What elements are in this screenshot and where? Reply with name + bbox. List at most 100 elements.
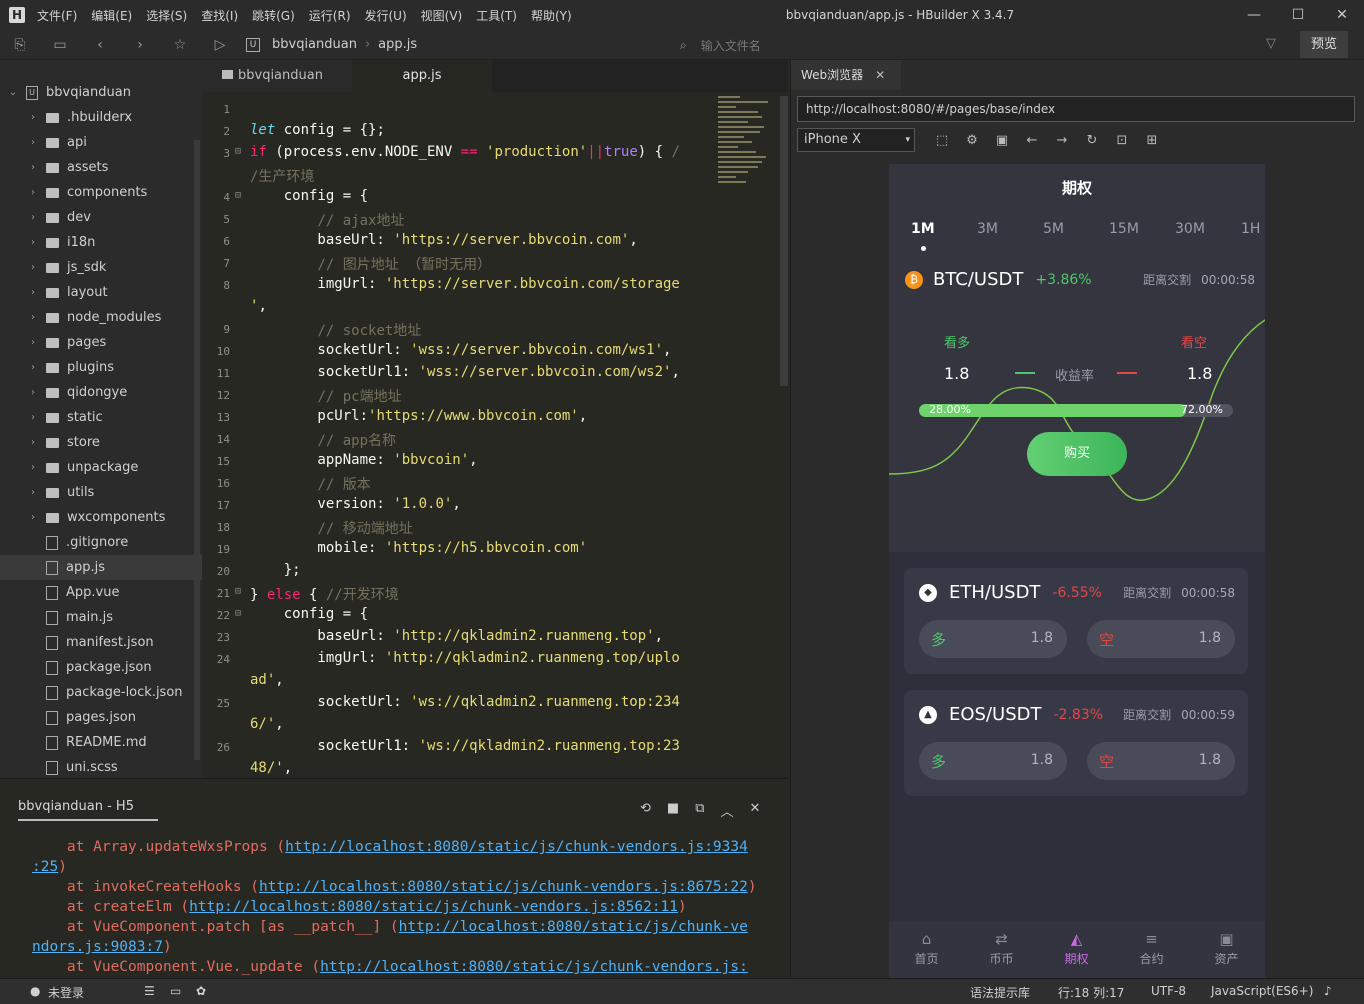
menu-item[interactable]: 跳转(G) (252, 7, 295, 24)
filter-icon[interactable]: ▽ (1266, 36, 1276, 51)
console-link[interactable]: http://localhost:8080/static/js/chunk-ve… (189, 899, 678, 915)
console-link[interactable]: http://localhost:8080/static/js/chunk-ve (399, 919, 748, 935)
tree-folder[interactable]: › assets (0, 155, 202, 180)
forward-icon[interactable]: › (120, 37, 160, 53)
open-external-icon[interactable]: ⧉ (695, 801, 704, 820)
code-line[interactable]: ', (250, 298, 267, 314)
tabbar-item[interactable]: ≡ 合约 (1114, 922, 1189, 978)
restart-icon[interactable]: ⟲ (640, 801, 651, 820)
encoding[interactable]: UTF-8 (1151, 984, 1186, 998)
lock-icon[interactable]: ⊡ (1107, 133, 1137, 148)
code-line[interactable]: let config = {}; (250, 122, 385, 138)
cursor-position[interactable]: 行:18 列:17 (1058, 984, 1124, 1001)
breadcrumb-project[interactable]: bbvqianduan (272, 37, 357, 52)
tree-file[interactable]: main.js (0, 605, 202, 630)
maximize-icon[interactable]: ☐ (1276, 0, 1320, 30)
tree-folder[interactable]: › unpackage (0, 455, 202, 480)
tree-folder[interactable]: › layout (0, 280, 202, 305)
new-file-icon[interactable]: ⎘ (0, 37, 40, 53)
fold-marker-icon[interactable]: ⊟ (235, 190, 241, 201)
code-line[interactable]: config = { (250, 188, 368, 204)
notification-bell-icon[interactable]: ♪ (1324, 984, 1332, 998)
long-option-button[interactable]: 多 1.8 (919, 620, 1067, 658)
syntax-library[interactable]: 语法提示库 (970, 984, 1030, 1001)
tree-folder[interactable]: › plugins (0, 355, 202, 380)
period-tab[interactable]: 1M (911, 221, 977, 237)
code-line[interactable]: baseUrl: 'https://server.bbvcoin.com', (250, 232, 637, 248)
code-line[interactable]: socketUrl: 'wss://server.bbvcoin.com/ws1… (250, 342, 671, 358)
tabbar-item[interactable]: ◭ 期权 (1039, 922, 1114, 978)
fold-marker-icon[interactable]: ⊟ (235, 146, 241, 157)
code-line[interactable]: pcUrl:'https://www.bbvcoin.com', (250, 408, 587, 424)
code-line[interactable]: // 移动端地址 (250, 518, 412, 538)
menu-item[interactable]: 运行(R) (309, 7, 351, 24)
tabbar-item[interactable]: ▣ 资产 (1189, 922, 1264, 978)
device-select[interactable]: iPhone X ▾ (797, 128, 915, 152)
tree-folder[interactable]: › components (0, 180, 202, 205)
tree-file[interactable]: .gitignore (0, 530, 202, 555)
code-line[interactable]: /生产环境 (250, 166, 314, 186)
period-tab[interactable]: 1H (1241, 221, 1265, 237)
code-line[interactable]: } else { //开发环境 (250, 584, 399, 604)
code-line[interactable]: imgUrl: 'http://qkladmin2.ruanmeng.top/u… (250, 650, 679, 666)
plugin-icon[interactable]: ✿ (196, 984, 206, 998)
menu-item[interactable]: 帮助(Y) (531, 7, 572, 24)
menu-item[interactable]: 编辑(E) (91, 7, 132, 24)
long-option-button[interactable]: 多 1.8 (919, 742, 1067, 780)
code-line[interactable]: 6/', (250, 716, 284, 732)
console-link[interactable]: ndors.js:9083:7 (32, 939, 163, 955)
sidebar-scrollbar[interactable] (194, 140, 200, 760)
period-tab[interactable]: 15M (1109, 221, 1175, 237)
back-icon[interactable]: ← (1017, 133, 1047, 148)
tree-folder[interactable]: › .hbuilderx (0, 105, 202, 130)
code-line[interactable]: appName: 'bbvcoin', (250, 452, 477, 468)
tree-folder[interactable]: › dev (0, 205, 202, 230)
tree-file[interactable]: app.js (0, 555, 202, 580)
console-link[interactable]: http://localhost:8080/static/js/chunk-ve… (285, 839, 748, 855)
tree-folder[interactable]: › wxcomponents (0, 505, 202, 530)
bookmark-icon[interactable]: ☆ (160, 37, 200, 53)
code-line[interactable]: socketUrl1: 'wss://server.bbvcoin.com/ws… (250, 364, 679, 380)
clear-console-icon[interactable]: ✕ (750, 801, 761, 820)
code-line[interactable]: // app名称 (250, 430, 396, 450)
code-line[interactable]: // 图片地址 （暂时无用） (250, 254, 491, 274)
code-line[interactable]: // pc端地址 (250, 386, 401, 406)
tree-folder[interactable]: › pages (0, 330, 202, 355)
settings-icon[interactable]: ⚙ (957, 133, 987, 148)
period-tab[interactable]: 30M (1175, 221, 1241, 237)
tree-folder[interactable]: › qidongye (0, 380, 202, 405)
code-line[interactable]: socketUrl1: 'ws://qkladmin2.ruanmeng.top… (250, 738, 679, 754)
minimize-icon[interactable]: — (1232, 0, 1276, 30)
code-line[interactable]: if (process.env.NODE_ENV == 'production'… (250, 144, 680, 160)
close-tab-icon[interactable]: ✕ (875, 68, 885, 82)
browser-tab[interactable]: Web浏览器 ✕ (791, 60, 901, 90)
code-line[interactable]: 48/', (250, 760, 292, 776)
tree-file[interactable]: App.vue (0, 580, 202, 605)
tabbar-item[interactable]: ⌂ 首页 (889, 922, 964, 978)
code-line[interactable]: }; (250, 562, 301, 578)
pair-card[interactable]: ▲ EOS/USDT -2.83% 距离交割 00:00:59 多 1.8 空 1.8 (904, 690, 1248, 796)
code-line[interactable]: imgUrl: 'https://server.bbvcoin.com/stor… (250, 276, 679, 292)
tab-project[interactable]: bbvqianduan (202, 60, 352, 92)
buy-button[interactable]: 购买 (1027, 432, 1127, 476)
short-option-button[interactable]: 空 1.8 (1087, 620, 1235, 658)
refresh-icon[interactable]: ↻ (1077, 133, 1107, 148)
tree-folder[interactable]: › static (0, 405, 202, 430)
tree-file[interactable]: package.json (0, 655, 202, 680)
preview-button[interactable]: 预览 (1300, 31, 1348, 58)
stop-icon[interactable]: ■ (667, 801, 679, 820)
minimap[interactable] (718, 96, 778, 226)
code-line[interactable]: socketUrl: 'ws://qkladmin2.ruanmeng.top:… (250, 694, 679, 710)
file-search-input[interactable]: 输入文件名 (701, 37, 761, 54)
back-icon[interactable]: ‹ (80, 37, 120, 53)
code-line[interactable]: baseUrl: 'http://qkladmin2.ruanmeng.top'… (250, 628, 663, 644)
rotate-icon[interactable]: ⬚ (927, 133, 957, 148)
menu-item[interactable]: 视图(V) (421, 7, 463, 24)
tree-folder[interactable]: › store (0, 430, 202, 455)
console-tab[interactable]: bbvqianduan - H5 (18, 799, 158, 821)
fold-marker-icon[interactable]: ⊟ (235, 586, 241, 597)
collapse-up-icon[interactable]: ︿ (721, 801, 734, 820)
language-mode[interactable]: JavaScript(ES6+) (1211, 984, 1313, 998)
code-line[interactable]: mobile: 'https://h5.bbvcoin.com' (250, 540, 587, 556)
login-status[interactable]: 未登录 (48, 984, 84, 1001)
